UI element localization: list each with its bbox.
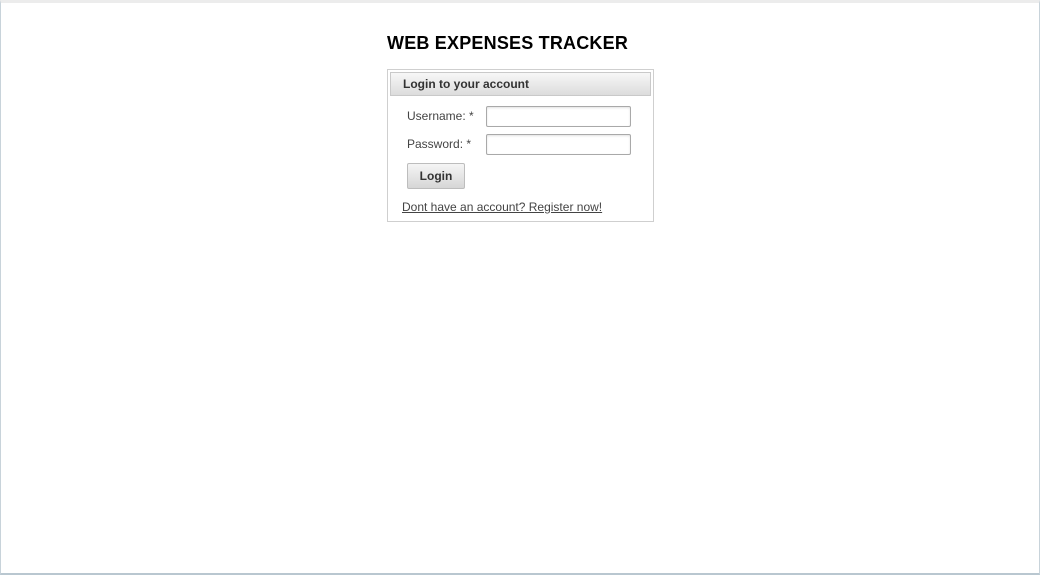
app-title: WEB EXPENSES TRACKER <box>387 33 629 53</box>
register-link[interactable]: Dont have an account? Register now! <box>402 200 602 214</box>
browser-viewport: WEB EXPENSES TRACKER Login to your accou… <box>0 0 1040 575</box>
username-label: Username: * <box>407 109 474 123</box>
login-button[interactable]: Login <box>407 163 465 189</box>
login-panel: Login to your account Username: * Passwo… <box>387 69 654 222</box>
password-label: Password: * <box>407 137 471 151</box>
password-input[interactable] <box>486 134 631 155</box>
username-input[interactable] <box>486 106 631 127</box>
login-panel-header: Login to your account <box>390 72 651 96</box>
username-required-marker: * <box>469 109 474 123</box>
password-required-marker: * <box>466 137 472 151</box>
username-label-text: Username: <box>407 109 466 123</box>
password-label-text: Password: <box>407 137 464 151</box>
